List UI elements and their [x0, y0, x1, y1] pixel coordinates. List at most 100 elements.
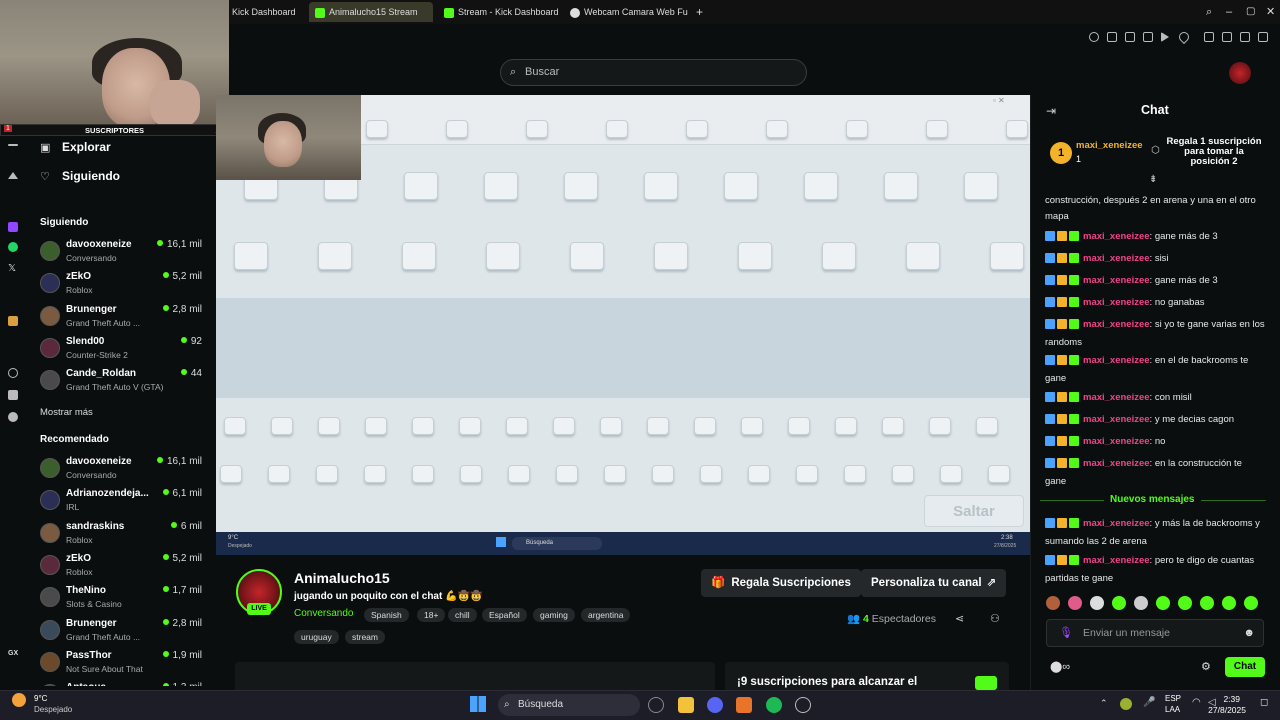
tab-webcam[interactable]: Webcam Camara Web Fu [564, 2, 688, 22]
whatsapp-icon[interactable] [8, 242, 18, 252]
emote-icon[interactable] [1046, 596, 1060, 610]
play-icon[interactable] [1161, 32, 1169, 42]
chat-username[interactable]: maxi_xeneizee [1083, 355, 1150, 366]
channel-row[interactable]: Adrianozendeja... IRL 6,1 mil [40, 488, 216, 518]
file-explorer-icon[interactable] [678, 697, 694, 713]
chat-message-input[interactable]: 🎙 Enviar un mensaje ☻ [1046, 619, 1264, 647]
weather-icon[interactable] [12, 693, 26, 707]
jump-button[interactable]: Saltar [924, 495, 1024, 527]
moderator-icon[interactable]: ⚇ [990, 612, 1000, 625]
channel-row[interactable]: davooxeneize Conversando 16,1 mil [40, 239, 216, 269]
gift-promo-text[interactable]: Regala 1 suscripción para tomar la posic… [1164, 137, 1264, 167]
channel-row[interactable]: davooxeneize Conversando 16,1 mil [40, 456, 216, 486]
emote-icon[interactable] [1200, 596, 1214, 610]
menu-icon[interactable] [8, 144, 18, 146]
extension-icon[interactable] [1204, 32, 1214, 42]
channel-row[interactable]: zEkO Roblox 5,2 mil [40, 271, 216, 301]
search-tabs-icon[interactable]: ⌕ [1200, 2, 1218, 22]
tag-chip[interactable]: argentina [581, 608, 631, 622]
extension-icon[interactable] [1240, 32, 1250, 42]
channel-row[interactable]: Cande_Roldan Grand Theft Auto V (GTA) 44 [40, 368, 216, 398]
nav-following[interactable]: ♡ Siguiendo [40, 169, 120, 183]
taskbar-time[interactable]: 2:39 [1223, 694, 1240, 704]
chat-username[interactable]: maxi_xeneizee [1083, 518, 1150, 529]
x-icon[interactable]: 𝕏 [8, 264, 18, 274]
zoom-icon[interactable] [1089, 32, 1099, 42]
tab-kick-dashboard[interactable]: Kick Dashboard [226, 2, 306, 22]
screenshot-icon[interactable] [1125, 32, 1135, 42]
chat-username[interactable]: maxi_xeneizee [1083, 297, 1150, 308]
share-icon[interactable]: ⋖ [955, 612, 964, 625]
history-icon[interactable] [8, 368, 18, 378]
gift-subs-button[interactable]: 🎁 Regala Suscripciones [701, 569, 861, 597]
emote-icon[interactable] [1068, 596, 1082, 610]
emote-icon[interactable] [1244, 596, 1258, 610]
twitch-icon[interactable] [8, 222, 18, 232]
chat-username[interactable]: maxi_xeneizee [1083, 458, 1150, 469]
tab-animalucho-stream[interactable]: Animalucho15 Stream [309, 2, 433, 22]
chat-username[interactable]: maxi_xeneizee [1083, 414, 1150, 425]
customize-channel-button[interactable]: Personaliza tu canal ⇗ [861, 569, 1007, 597]
tab-stream-dashboard[interactable]: Stream - Kick Dashboard [438, 2, 560, 22]
tag-chip[interactable]: Español [482, 608, 527, 622]
chat-username[interactable]: maxi_xeneizee [1083, 436, 1150, 447]
channel-row[interactable]: Brunenger Grand Theft Auto ... 2,8 mil [40, 618, 216, 648]
close-window-icon[interactable]: ✕ [1260, 2, 1278, 22]
home-icon[interactable] [8, 172, 18, 179]
gx-icon[interactable]: GX [8, 650, 18, 660]
emote-icon[interactable] [1178, 596, 1192, 610]
new-tab-button[interactable]: + [690, 2, 706, 22]
player-window-controls[interactable]: ▫ ✕ [993, 96, 1005, 105]
extension-icon[interactable] [1222, 32, 1232, 42]
notifications-icon[interactable]: ◻ [1260, 697, 1268, 708]
game-icon[interactable] [8, 390, 18, 400]
channel-row[interactable]: Brunenger Grand Theft Auto ... 2,8 mil [40, 304, 216, 334]
nav-explore[interactable]: ▣ Explorar [40, 140, 111, 154]
chat-username[interactable]: maxi_xeneizee [1083, 555, 1150, 566]
tag-chip[interactable]: Spanish [364, 608, 409, 622]
chat-username[interactable]: maxi_xeneizee [1083, 319, 1150, 330]
chat-username[interactable]: maxi_xeneizee [1083, 253, 1150, 264]
expand-leaderboard-icon[interactable]: ⇟ [1149, 174, 1157, 185]
chat-username[interactable]: maxi_xeneizee [1083, 392, 1150, 403]
sidebar-icon[interactable] [1258, 32, 1268, 42]
tray-app-icon[interactable] [1120, 698, 1132, 710]
collapse-chat-icon[interactable]: ⇥ [1046, 104, 1056, 118]
channel-row[interactable]: Antaoua1,3 mil [40, 682, 216, 686]
stream-category[interactable]: Conversando [294, 608, 353, 619]
tray-chevron-icon[interactable]: ⌃ [1100, 698, 1108, 709]
discord-icon[interactable] [707, 697, 723, 713]
chat-settings-icon[interactable]: ⚙ [1201, 660, 1211, 673]
search-input[interactable]: ⌕ Buscar [500, 59, 807, 86]
user-avatar[interactable] [1229, 62, 1251, 84]
emote-icon[interactable] [1112, 596, 1126, 610]
channel-name[interactable]: Animalucho15 [294, 570, 390, 586]
microphone-icon[interactable]: 🎙 [1059, 620, 1073, 646]
tool-icon[interactable] [8, 316, 18, 326]
emoji-icon[interactable]: ☻ [1243, 620, 1255, 646]
settings-icon[interactable] [8, 412, 18, 422]
wifi-icon[interactable]: ◠ [1192, 697, 1201, 708]
show-more-link[interactable]: Mostrar más [40, 407, 93, 418]
minimize-icon[interactable]: – [1220, 2, 1238, 22]
emote-icon[interactable] [1090, 596, 1104, 610]
language-indicator[interactable]: ESP [1165, 694, 1181, 703]
emote-icon[interactable] [1222, 596, 1236, 610]
top-gifter-name[interactable]: maxi_xeneizee [1076, 140, 1143, 151]
app-icon[interactable] [736, 697, 752, 713]
channel-row[interactable]: Slend00 Counter-Strike 2 92 [40, 336, 216, 366]
emote-icon[interactable] [1134, 596, 1148, 610]
windows-start-icon[interactable] [470, 696, 486, 712]
tray-mic-icon[interactable]: 🎤 [1143, 697, 1155, 708]
opera-icon[interactable] [648, 697, 664, 713]
points-icon[interactable]: ⬤∞ [1050, 660, 1070, 673]
chat-username[interactable]: maxi_xeneizee [1083, 231, 1150, 242]
chat-username[interactable]: maxi_xeneizee [1083, 275, 1150, 286]
channel-row[interactable]: sandraskins Roblox 6 mil [40, 521, 216, 551]
video-player[interactable]: Saltar 9°C Despejado Búsqueda 2:38 27/8/… [216, 95, 1030, 555]
tag-chip[interactable]: stream [345, 630, 385, 644]
maximize-icon[interactable]: ▢ [1240, 2, 1258, 22]
tag-chip[interactable]: gaming [533, 608, 575, 622]
spotify-icon[interactable] [766, 697, 782, 713]
tag-chip[interactable]: 18+ [417, 608, 446, 622]
